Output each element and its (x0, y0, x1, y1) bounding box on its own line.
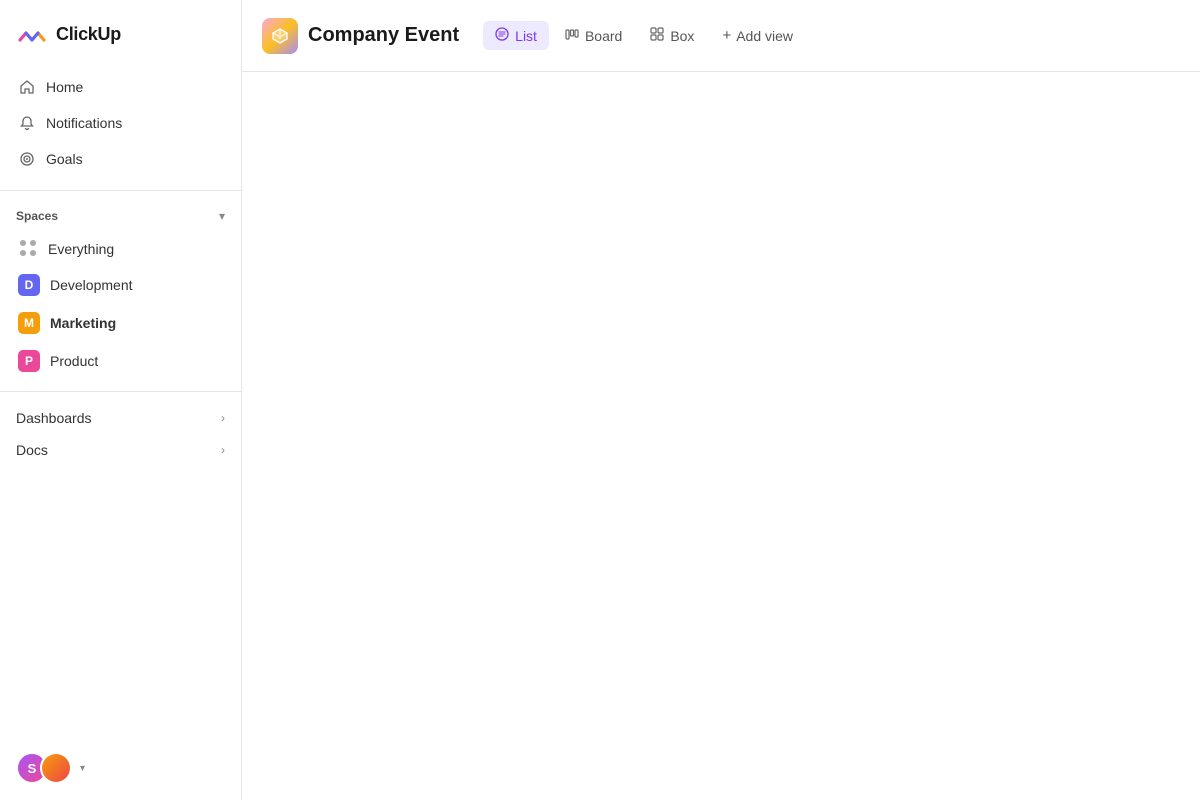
dashboards-label: Dashboards (16, 410, 92, 426)
sidebar-item-notifications-label: Notifications (46, 115, 122, 131)
view-tabs: List Board (483, 21, 805, 50)
content-area (242, 72, 1200, 800)
project-title: Company Event (308, 24, 459, 47)
sidebar-item-goals[interactable]: Goals (8, 142, 233, 176)
sidebar-divider-2 (0, 391, 241, 392)
box-icon (650, 27, 664, 44)
sidebar-footer: S ▾ (0, 736, 241, 800)
everything-dots-icon (20, 240, 38, 258)
app-name: ClickUp (56, 24, 121, 45)
development-label: Development (50, 277, 133, 293)
avatar-photo (40, 752, 72, 784)
clickup-logo-icon (16, 18, 48, 50)
spaces-header[interactable]: Spaces ▾ (0, 201, 241, 231)
board-icon (565, 27, 579, 44)
spaces-label: Spaces (16, 209, 58, 223)
product-avatar: P (18, 350, 40, 372)
sidebar: ClickUp Home Notifications (0, 0, 242, 800)
home-icon (18, 78, 36, 96)
logo[interactable]: ClickUp (0, 0, 241, 66)
avatar-dropdown-icon[interactable]: ▾ (80, 763, 85, 774)
avatar-stack[interactable]: S (16, 752, 72, 784)
tab-list[interactable]: List (483, 21, 549, 50)
product-label: Product (50, 353, 98, 369)
topbar: Company Event List (242, 0, 1200, 72)
marketing-label: Marketing (50, 315, 116, 331)
development-avatar: D (18, 274, 40, 296)
sidebar-divider (0, 190, 241, 191)
tab-board[interactable]: Board (553, 21, 634, 50)
chevron-right-icon-2: › (221, 443, 225, 457)
sidebar-item-dashboards[interactable]: Dashboards › (0, 402, 241, 434)
sidebar-item-goals-label: Goals (46, 151, 83, 167)
sidebar-item-development[interactable]: D Development (8, 267, 233, 303)
sidebar-item-home[interactable]: Home (8, 70, 233, 104)
bell-icon (18, 114, 36, 132)
sidebar-item-product[interactable]: P Product (8, 343, 233, 379)
add-view-label: Add view (736, 28, 793, 44)
tab-box-label: Box (670, 28, 694, 44)
sidebar-item-everything[interactable]: Everything (8, 233, 233, 265)
main-content: Company Event List (242, 0, 1200, 800)
add-view-button[interactable]: + Add view (710, 21, 805, 50)
tab-board-label: Board (585, 28, 622, 44)
tab-box[interactable]: Box (638, 21, 706, 50)
everything-label: Everything (48, 241, 114, 257)
docs-label: Docs (16, 442, 48, 458)
spaces-list: Everything D Development M Marketing P P… (0, 231, 241, 381)
sidebar-item-docs[interactable]: Docs › (0, 434, 241, 466)
tab-list-label: List (515, 28, 537, 44)
chevron-right-icon: › (221, 411, 225, 425)
plus-icon: + (722, 27, 731, 44)
project-icon (262, 18, 298, 54)
sidebar-item-home-label: Home (46, 79, 83, 95)
goals-icon (18, 150, 36, 168)
sidebar-nav: Home Notifications Goals (0, 66, 241, 180)
sidebar-item-marketing[interactable]: M Marketing (8, 305, 233, 341)
marketing-avatar: M (18, 312, 40, 334)
chevron-down-icon: ▾ (219, 209, 225, 223)
list-icon (495, 27, 509, 44)
sidebar-item-notifications[interactable]: Notifications (8, 106, 233, 140)
